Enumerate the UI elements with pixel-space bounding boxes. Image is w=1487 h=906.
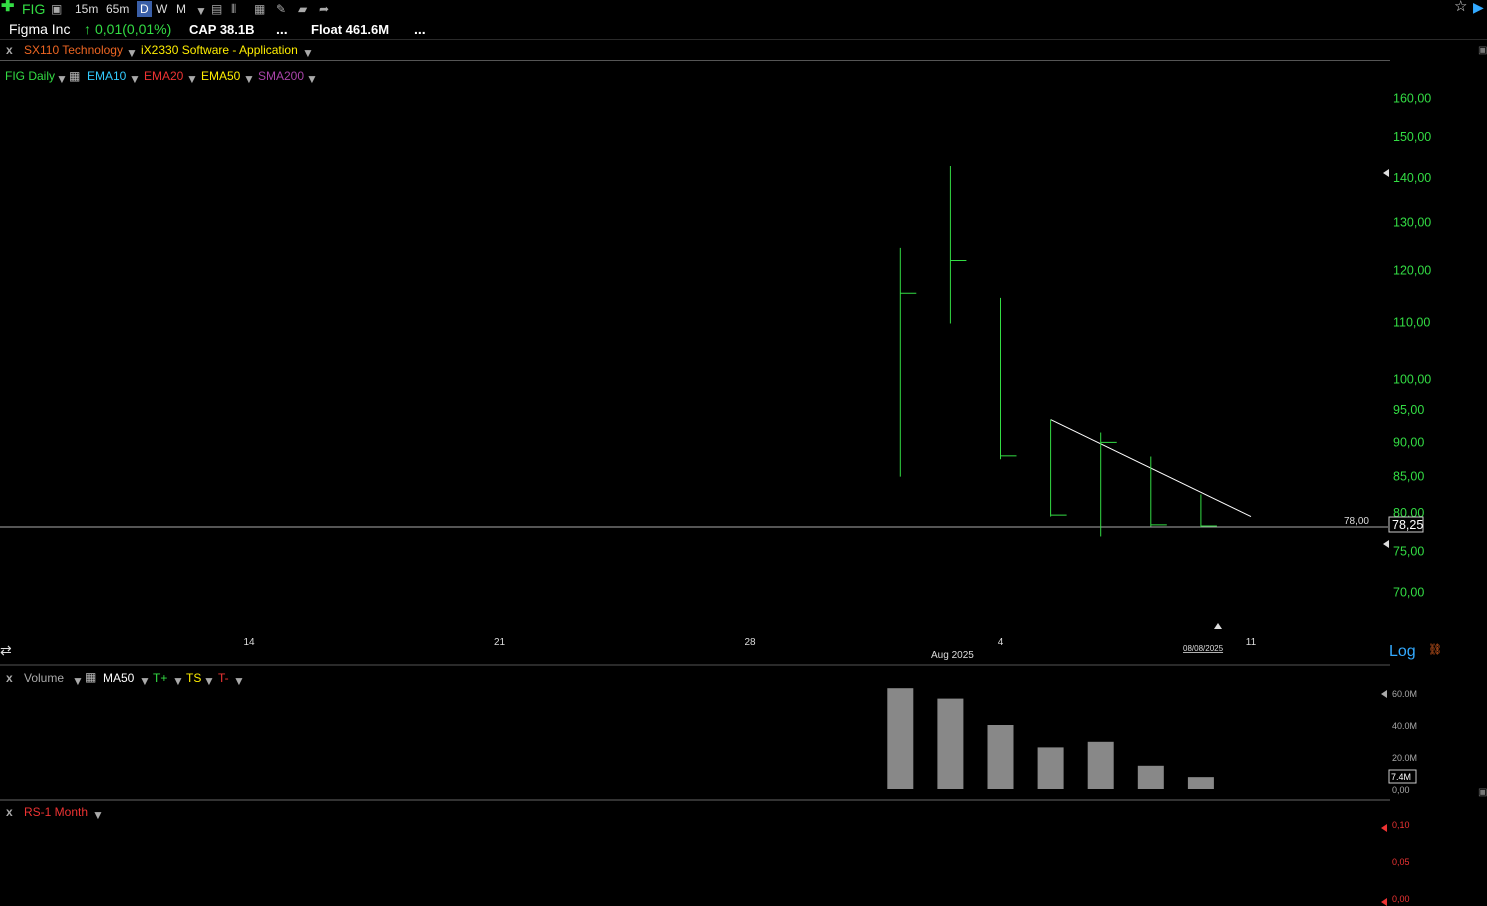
volume-tick-label: 20.0M	[1392, 753, 1417, 763]
settings-grid-icon[interactable]: ▦	[85, 670, 96, 684]
volume-title[interactable]: Volume	[24, 671, 64, 685]
volume-bar	[937, 698, 964, 789]
price-tick-label: 160,00	[1393, 91, 1431, 105]
collapse-icon: ▣	[1478, 787, 1487, 798]
rs-tick-label: 0,10	[1392, 820, 1410, 830]
scroll-left-icon	[1381, 898, 1387, 906]
chevron-down-icon[interactable]: ▼	[72, 674, 84, 688]
price-tick-label: 90,00	[1393, 435, 1424, 449]
price-tick-label: 100,00	[1393, 372, 1431, 386]
chevron-down-icon[interactable]: ▼	[172, 674, 184, 688]
log-toggle: Log	[1389, 643, 1416, 660]
price-tick-label: 120,00	[1393, 263, 1431, 277]
ohlc-bar	[949, 165, 967, 324]
volume-bars	[887, 688, 1214, 789]
rs-tick-label: 0,05	[1392, 857, 1410, 867]
volume-bar	[887, 688, 914, 789]
price-tick-label: 75,00	[1393, 544, 1424, 558]
scroll-down-arrow-icon	[1383, 540, 1389, 548]
date-tick-label: 14	[243, 637, 255, 648]
chevron-down-icon[interactable]: ▼	[92, 808, 104, 822]
volume-bar	[1137, 765, 1164, 789]
scroll-up-arrow-icon	[1383, 169, 1389, 177]
last-volume: 7.4M	[1391, 772, 1411, 782]
ohlc-bar	[1050, 419, 1067, 517]
rs-axis-ticks: 0,10 0,05 0,00	[1392, 820, 1410, 904]
ohlc-bar	[1150, 456, 1167, 527]
close-icon[interactable]: x	[6, 671, 13, 685]
scroll-left-icon	[1381, 690, 1387, 698]
volume-tplus[interactable]: T+	[153, 671, 167, 685]
volume-bar	[987, 725, 1014, 789]
price-tick-label: 110,00	[1393, 315, 1430, 329]
ohlc-bars	[899, 165, 1217, 537]
lock-icon: ⛓	[1428, 643, 1442, 656]
date-tick-label: 28	[744, 637, 756, 648]
close-icon[interactable]: x	[6, 805, 13, 819]
date-tick-label: 4	[998, 637, 1004, 648]
month-label: Aug 2025	[931, 650, 974, 661]
price-tick-label: 140,00	[1393, 171, 1431, 185]
rs-title[interactable]: RS-1 Month	[24, 805, 88, 819]
cursor-marker-icon	[1214, 623, 1222, 629]
volume-bar	[1187, 777, 1214, 789]
date-axis-ticks: 14 21 28 4 11	[243, 637, 1256, 648]
volume-bar	[1037, 747, 1064, 789]
last-price: 78,25	[1392, 518, 1423, 532]
ohlc-bar	[1000, 297, 1017, 460]
chevron-down-icon[interactable]: ▼	[203, 674, 215, 688]
price-tick-label: 95,00	[1393, 403, 1424, 417]
hline-label: 78,00	[1344, 516, 1369, 527]
chevron-down-icon[interactable]: ▼	[139, 674, 151, 688]
cursor-date: 08/08/2025	[1183, 644, 1224, 653]
expand-arrows-icon: ⇄	[0, 642, 12, 658]
ohlc-bar	[899, 247, 917, 477]
volume-tick-label: 40.0M	[1392, 721, 1417, 731]
volume-bar	[1087, 741, 1114, 789]
volume-ts[interactable]: TS	[186, 671, 201, 685]
price-tick-label: 150,00	[1393, 130, 1431, 144]
price-tick-label: 70,00	[1393, 586, 1424, 600]
rs-tick-label: 0,00	[1392, 894, 1410, 904]
price-volume-chart[interactable]: 78,00 160,00150,00140,00130,00120,00110,…	[0, 0, 1487, 906]
scroll-left-icon	[1381, 824, 1387, 832]
date-tick-label: 11	[1246, 637, 1257, 648]
volume-ma50[interactable]: MA50	[103, 671, 134, 685]
price-tick-label: 85,00	[1393, 470, 1424, 484]
date-tick-label: 21	[494, 637, 506, 648]
price-tick-label: 130,00	[1393, 216, 1431, 230]
volume-tick-label: 60.0M	[1392, 689, 1417, 699]
volume-tick-label: 0,00	[1392, 785, 1410, 795]
volume-tminus[interactable]: T-	[218, 671, 229, 685]
chevron-down-icon[interactable]: ▼	[233, 674, 245, 688]
